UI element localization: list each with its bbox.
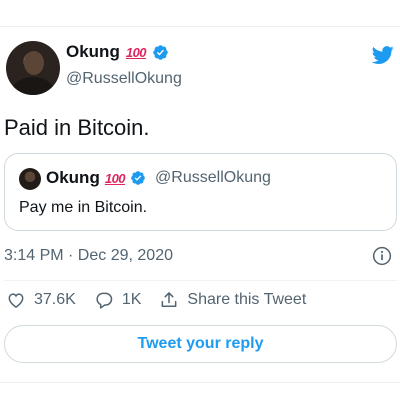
twitter-bird-icon[interactable] [370, 44, 396, 66]
quoted-tweet-card[interactable]: Okung 100 @RussellOkung Pay me in Bitcoi… [4, 153, 397, 231]
heart-icon [8, 293, 24, 308]
author-name[interactable]: Okung [66, 42, 120, 62]
author-name-row[interactable]: Okung 100 [66, 42, 169, 62]
quoted-hundred-emoji: 100 [104, 170, 126, 186]
tweet-reply-button[interactable]: Tweet your reply [4, 325, 397, 363]
tweet-screenshot: Okung 100 @RussellOkung Paid in Bitcoin.… [0, 0, 400, 400]
share-label: Share this Tweet [187, 291, 307, 308]
tweet-text: Paid in Bitcoin. [4, 115, 150, 140]
reply-count: 1K [121, 291, 142, 308]
quoted-author-avatar [19, 168, 41, 190]
reply-bubble-icon [96, 292, 113, 309]
quoted-author-row: Okung 100 @RussellOkung [46, 168, 271, 188]
hundred-emoji: 100 [125, 44, 147, 60]
stats-divider [4, 280, 397, 281]
tweet-actions: 37.6K 1K Share this Tweet [6, 290, 306, 310]
author-avatar[interactable] [6, 41, 60, 95]
top-divider [0, 26, 400, 27]
share-icon [161, 292, 177, 307]
quoted-verified-badge-icon [131, 171, 145, 185]
quoted-author-name: Okung [46, 168, 100, 187]
tweet-timestamp[interactable]: 3:14 PM · Dec 29, 2020 [4, 247, 173, 265]
quoted-author-handle: @RussellOkung [155, 169, 271, 186]
info-icon[interactable] [372, 246, 392, 266]
author-handle[interactable]: @RussellOkung [66, 70, 182, 88]
like-action[interactable]: 37.6K [6, 290, 76, 310]
quoted-tweet-text: Pay me in Bitcoin. [19, 199, 148, 216]
verified-badge-icon [153, 44, 168, 60]
reply-action[interactable]: 1K [94, 290, 142, 310]
share-action[interactable]: Share this Tweet [159, 290, 306, 310]
like-count: 37.6K [34, 291, 76, 308]
bottom-divider [0, 382, 400, 383]
